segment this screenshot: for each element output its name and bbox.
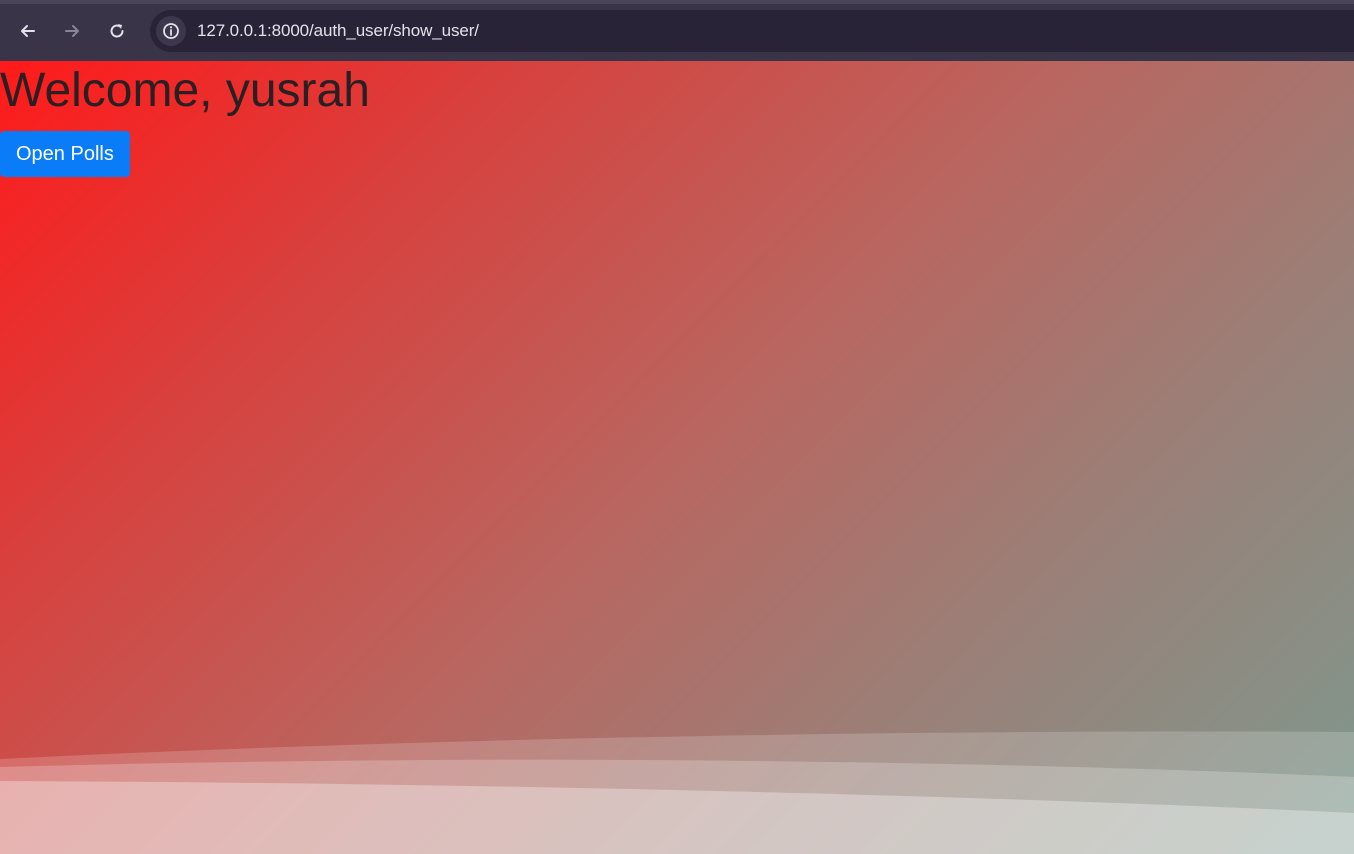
browser-toolbar: 127.0.0.1:8000/auth_user/show_user/	[0, 0, 1354, 61]
info-icon	[163, 23, 179, 39]
site-info-button[interactable]	[156, 16, 186, 46]
address-bar[interactable]: 127.0.0.1:8000/auth_user/show_user/	[150, 10, 1354, 52]
reload-icon	[110, 24, 124, 38]
arrow-left-icon	[21, 25, 35, 37]
welcome-heading: Welcome, yusrah	[0, 64, 370, 117]
forward-button[interactable]	[57, 16, 87, 46]
tab-strip	[0, 0, 1354, 4]
open-polls-button[interactable]: Open Polls	[0, 131, 130, 177]
page-content: Welcome, yusrah Open Polls	[0, 61, 1354, 854]
url-text[interactable]: 127.0.0.1:8000/auth_user/show_user/	[197, 21, 479, 41]
arrow-right-icon	[65, 25, 79, 37]
reload-button[interactable]	[102, 16, 132, 46]
back-button[interactable]	[13, 16, 43, 46]
background-waves	[0, 731, 1354, 854]
